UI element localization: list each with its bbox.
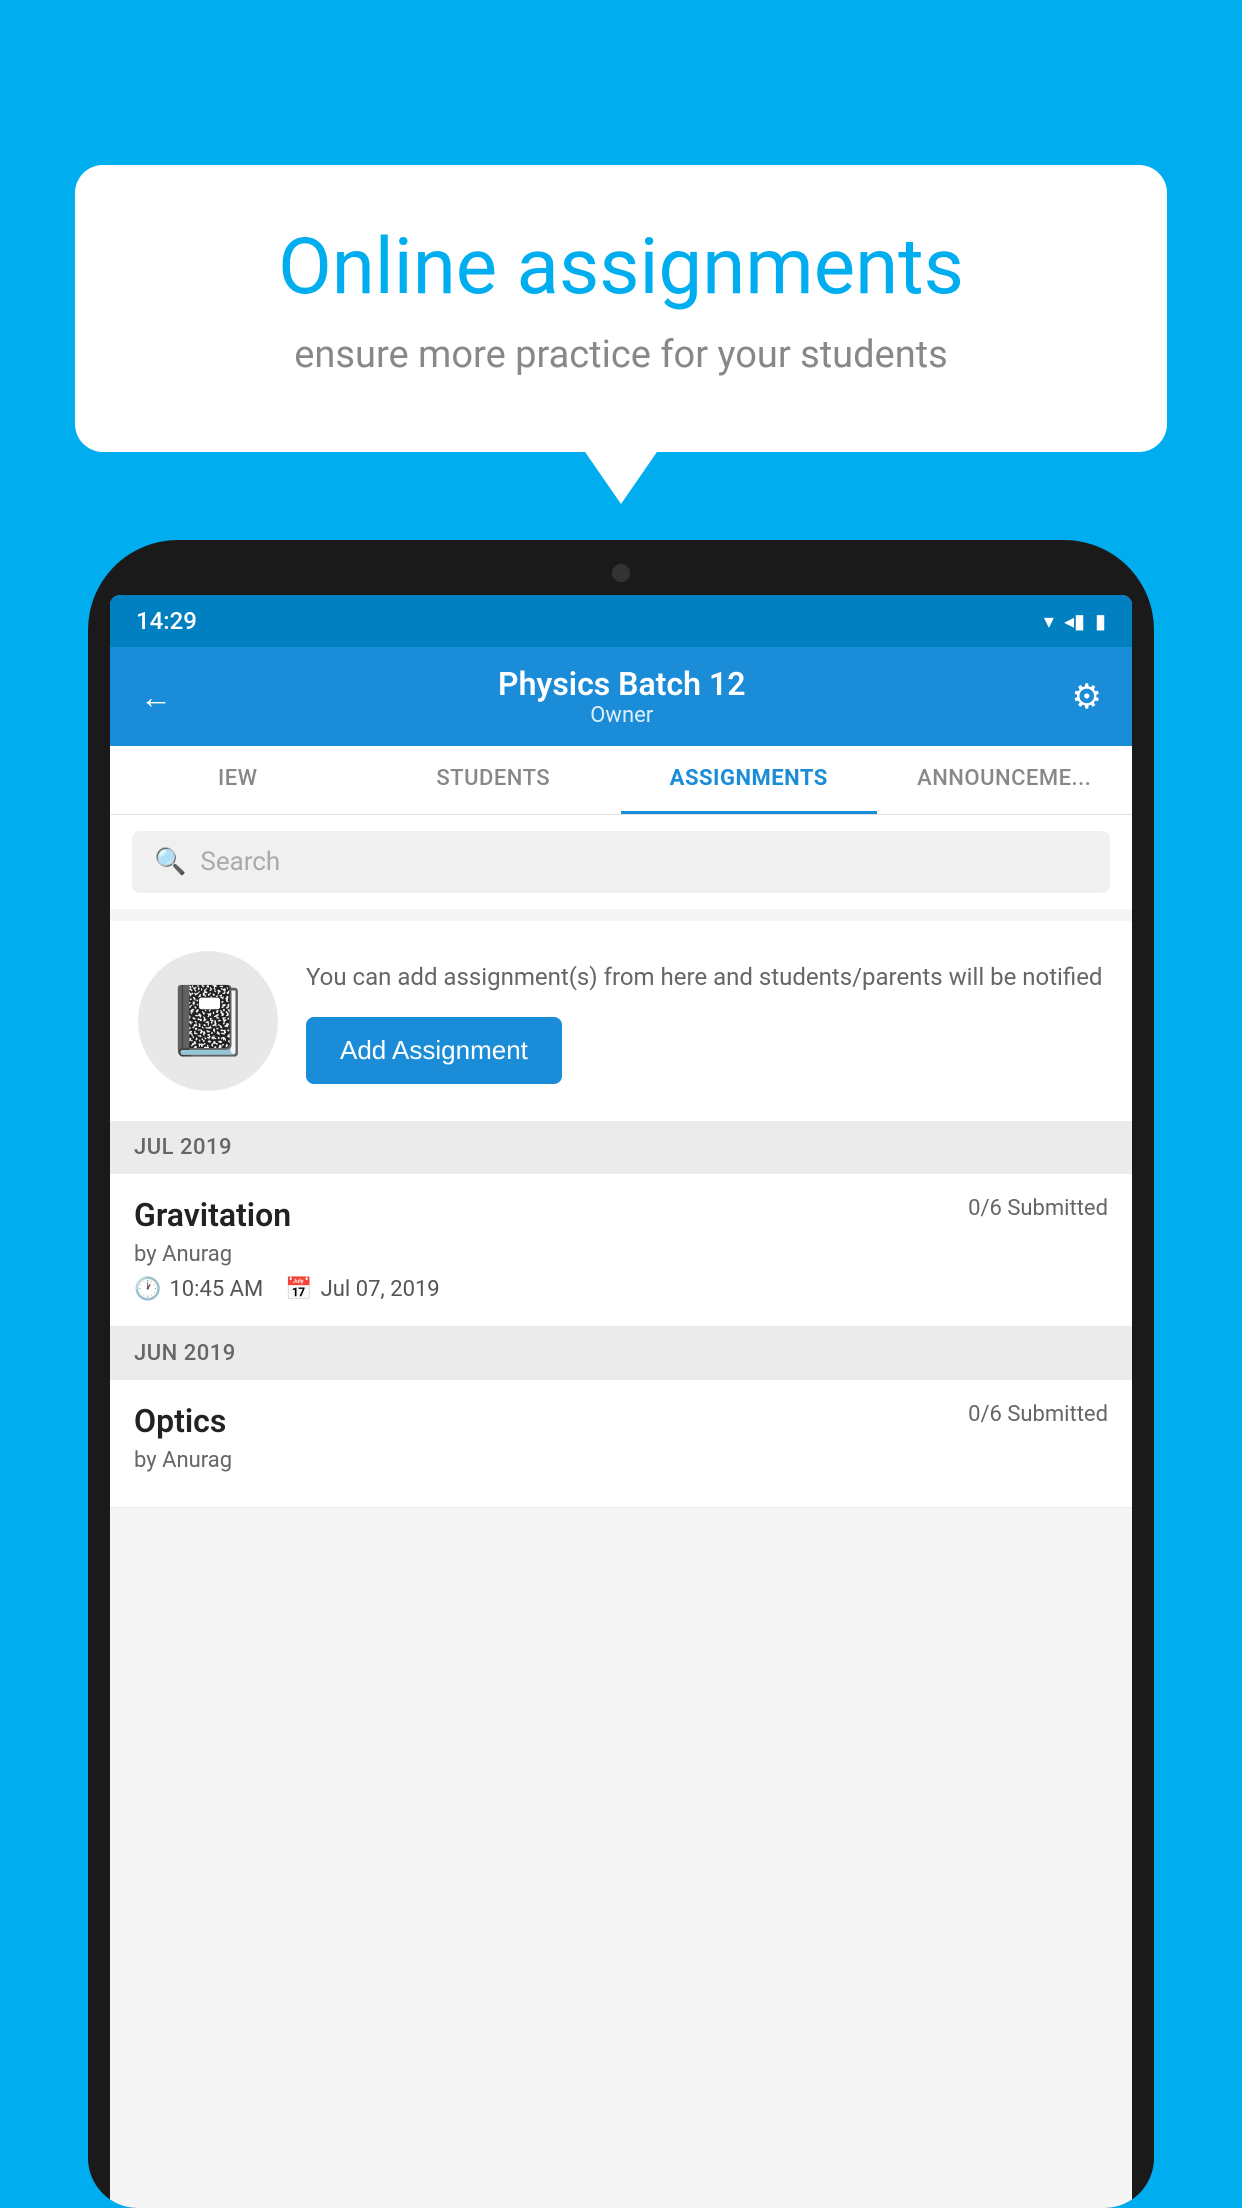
signal-icon: ◂▮ bbox=[1064, 609, 1085, 633]
assignment-name: Gravitation bbox=[134, 1196, 291, 1234]
content-area: 🔍 Search 📓 You can add assignment(s) fro… bbox=[110, 815, 1132, 2208]
add-assignment-button[interactable]: Add Assignment bbox=[306, 1017, 562, 1084]
assignment-submitted: 0/6 Submitted bbox=[968, 1196, 1108, 1221]
speech-bubble: Online assignments ensure more practice … bbox=[75, 165, 1167, 452]
search-container: 🔍 Search bbox=[110, 815, 1132, 909]
settings-icon[interactable]: ⚙ bbox=[1072, 677, 1102, 717]
header-owner: Owner bbox=[498, 703, 745, 728]
assignment-time: 🕐 10:45 AM bbox=[134, 1277, 263, 1302]
assignment-meta: 🕐 10:45 AM 📅 Jul 07, 2019 bbox=[134, 1277, 1108, 1302]
speech-bubble-title: Online assignments bbox=[145, 225, 1097, 311]
calendar-icon: 📅 bbox=[285, 1277, 312, 1302]
section-header-jun: JUN 2019 bbox=[110, 1327, 1132, 1380]
tab-assignments[interactable]: ASSIGNMENTS bbox=[621, 746, 877, 814]
wifi-icon: ▾ bbox=[1044, 609, 1054, 633]
tab-students[interactable]: STUDENTS bbox=[366, 746, 622, 814]
assignment-item-gravitation[interactable]: Gravitation 0/6 Submitted by Anurag 🕐 10… bbox=[110, 1174, 1132, 1327]
empty-text: You can add assignment(s) from here and … bbox=[306, 959, 1104, 1084]
status-bar: 14:29 ▾ ◂▮ ▮ bbox=[110, 595, 1132, 647]
optics-by: by Anurag bbox=[134, 1448, 1108, 1473]
assignment-item-optics[interactable]: Optics 0/6 Submitted by Anurag bbox=[110, 1380, 1132, 1508]
app-header: ← Physics Batch 12 Owner ⚙ bbox=[110, 647, 1132, 746]
header-title-group: Physics Batch 12 Owner bbox=[498, 665, 745, 728]
status-time: 14:29 bbox=[136, 607, 197, 635]
assignment-top-optics: Optics 0/6 Submitted bbox=[134, 1402, 1108, 1440]
camera-notch bbox=[612, 564, 630, 582]
battery-icon: ▮ bbox=[1095, 609, 1106, 633]
empty-state: 📓 You can add assignment(s) from here an… bbox=[110, 921, 1132, 1121]
tabs-bar: IEW STUDENTS ASSIGNMENTS ANNOUNCEME... bbox=[110, 746, 1132, 815]
optics-name: Optics bbox=[134, 1402, 226, 1440]
notebook-icon: 📓 bbox=[166, 981, 251, 1061]
assignment-date: 📅 Jul 07, 2019 bbox=[285, 1277, 439, 1302]
optics-submitted: 0/6 Submitted bbox=[968, 1402, 1108, 1427]
empty-description: You can add assignment(s) from here and … bbox=[306, 959, 1104, 995]
assignment-by: by Anurag bbox=[134, 1242, 1108, 1267]
assignment-top: Gravitation 0/6 Submitted bbox=[134, 1196, 1108, 1234]
phone-frame: 14:29 ▾ ◂▮ ▮ ← Physics Batch 12 Owner ⚙ … bbox=[88, 540, 1154, 2208]
phone-screen: 14:29 ▾ ◂▮ ▮ ← Physics Batch 12 Owner ⚙ … bbox=[110, 595, 1132, 2208]
assignment-icon-circle: 📓 bbox=[138, 951, 278, 1091]
clock-icon: 🕐 bbox=[134, 1277, 161, 1302]
speech-bubble-subtitle: ensure more practice for your students bbox=[145, 329, 1097, 382]
search-placeholder: Search bbox=[200, 847, 280, 877]
status-icons: ▾ ◂▮ ▮ bbox=[1044, 609, 1106, 633]
tab-iew[interactable]: IEW bbox=[110, 746, 366, 814]
tab-announcements[interactable]: ANNOUNCEME... bbox=[877, 746, 1133, 814]
search-box[interactable]: 🔍 Search bbox=[132, 831, 1110, 893]
search-icon: 🔍 bbox=[154, 847, 186, 877]
batch-title: Physics Batch 12 bbox=[498, 665, 745, 703]
back-button[interactable]: ← bbox=[140, 678, 172, 716]
section-header-jul: JUL 2019 bbox=[110, 1121, 1132, 1174]
phone-notch bbox=[561, 540, 681, 590]
